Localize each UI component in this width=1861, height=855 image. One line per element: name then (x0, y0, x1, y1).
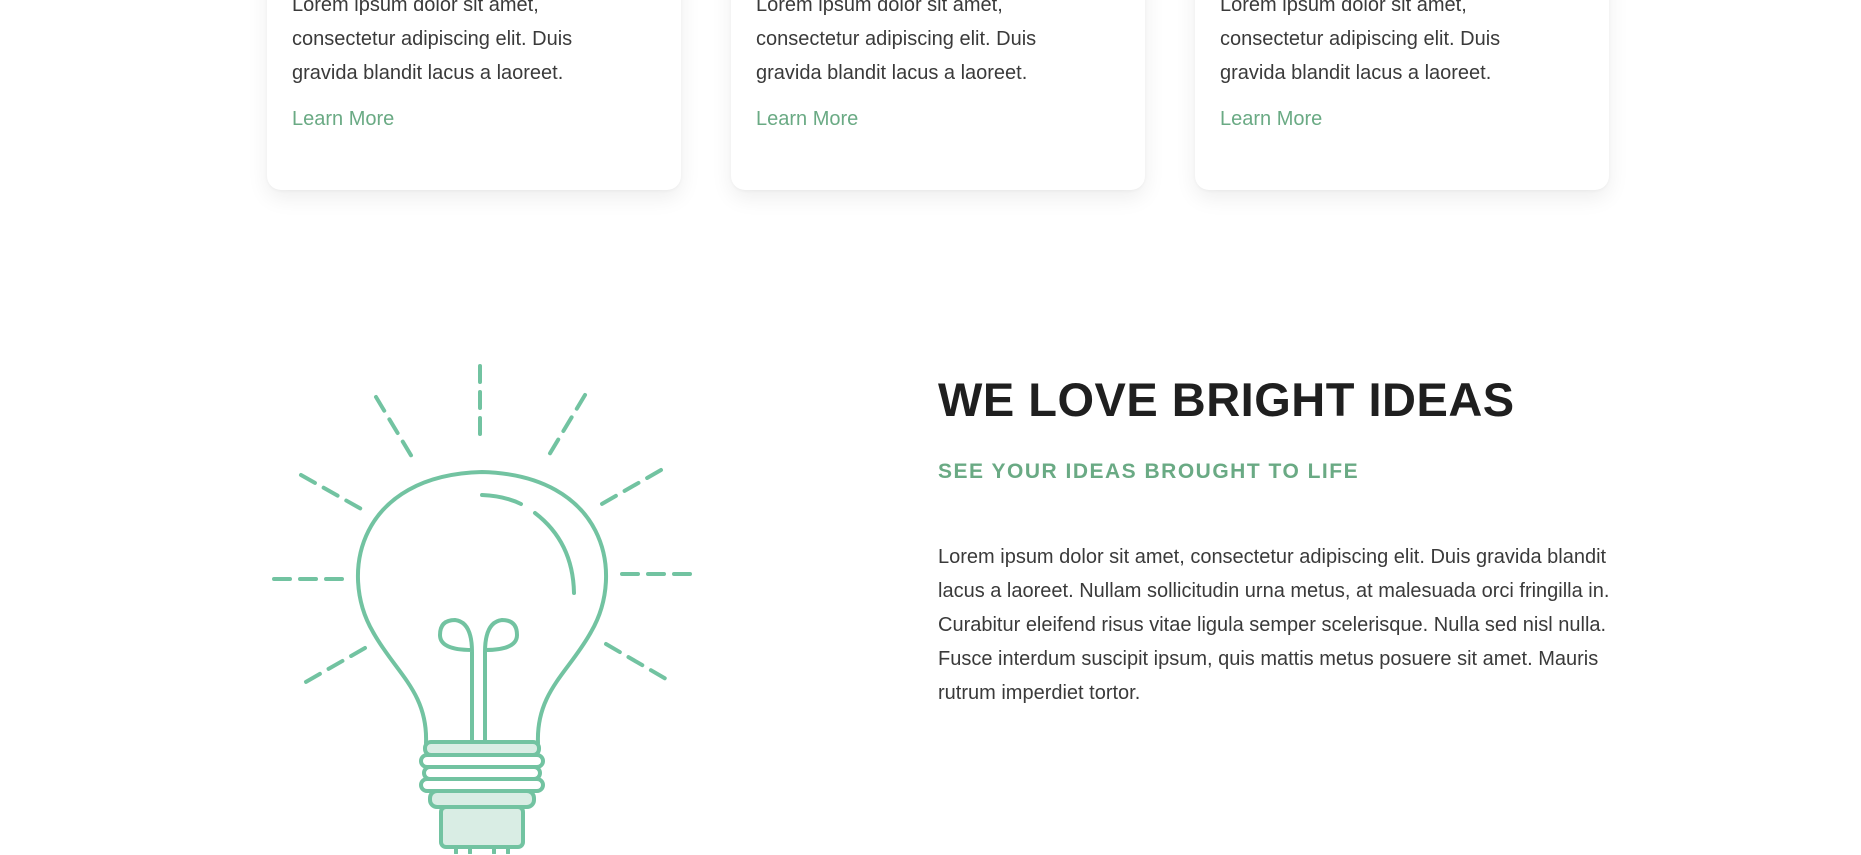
body-paragraph: Lorem ipsum dolor sit amet, consectetur … (938, 546, 1610, 636)
card-description: Lorem ipsum dolor sit amet, consectetur … (1220, 0, 1501, 84)
learn-more-link[interactable]: Learn More (292, 108, 394, 131)
learn-more-link[interactable]: Learn More (1220, 108, 1322, 131)
learn-more-link[interactable]: Learn More (756, 108, 858, 131)
card-description: Lorem ipsum dolor sit amet, consectetur … (292, 0, 573, 84)
services-cards: Lorem ipsum dolor sit amet, consectetur … (267, 0, 1627, 190)
page: Lorem ipsum dolor sit amet, consectetur … (0, 0, 1861, 855)
section-body: Lorem ipsum dolor sit amet, consectetur … (938, 540, 1638, 710)
card-description: Lorem ipsum dolor sit amet, consectetur … (756, 0, 1037, 84)
lightbulb-icon (272, 364, 694, 854)
body-paragraph: Fusce interdum suscipit ipsum, quis matt… (938, 648, 1599, 704)
bright-ideas-section: WE LOVE BRIGHT IDEAS SEE YOUR IDEAS BROU… (938, 370, 1638, 704)
section-title: WE LOVE BRIGHT IDEAS (938, 373, 1515, 426)
section-subtitle: SEE YOUR IDEAS BROUGHT TO LIFE (938, 460, 1360, 483)
service-card: Lorem ipsum dolor sit amet, consectetur … (731, 0, 1145, 190)
service-card: Lorem ipsum dolor sit amet, consectetur … (1195, 0, 1609, 190)
service-card: Lorem ipsum dolor sit amet, consectetur … (267, 0, 681, 190)
